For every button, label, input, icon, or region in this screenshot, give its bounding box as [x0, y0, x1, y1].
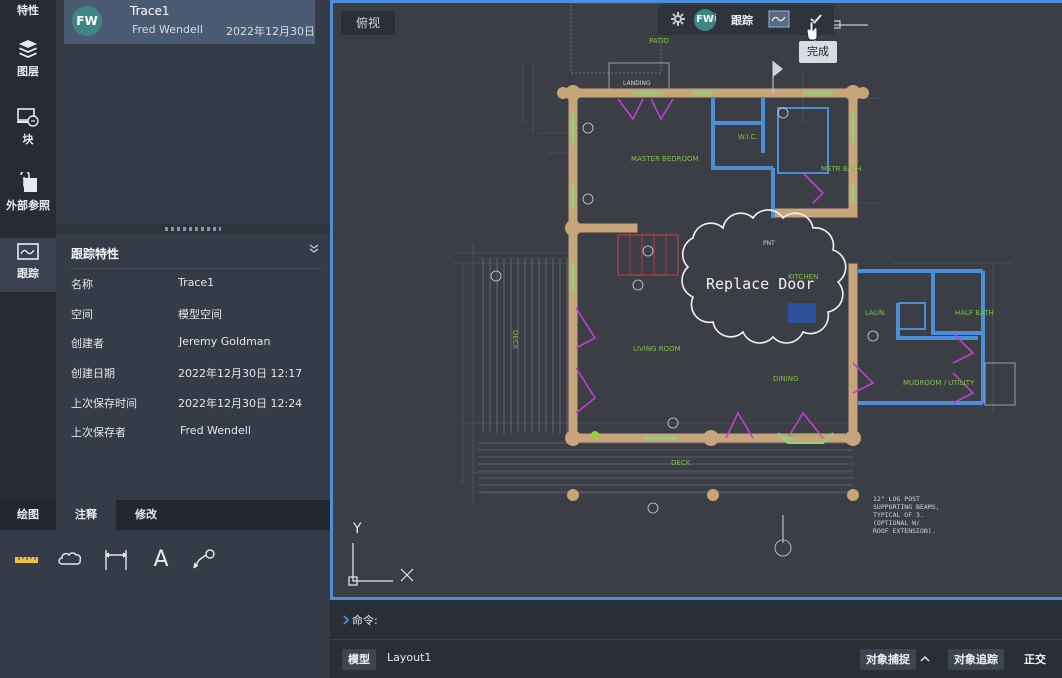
- trace-date: 2022年12月30日: [226, 25, 315, 38]
- rail-item-properties[interactable]: 特性: [0, 0, 56, 28]
- trace-thumbnail-icon[interactable]: [768, 10, 790, 30]
- note-line-3: TYPICAL OF 3.: [873, 511, 924, 519]
- trace-toolbar-label: 跟踪: [731, 14, 753, 27]
- note-line-1: 12" LOG POST: [873, 495, 920, 503]
- gear-icon[interactable]: [670, 11, 686, 27]
- panel-splitter[interactable]: [56, 224, 330, 234]
- markup-text-replace-door[interactable]: Replace Door: [706, 275, 814, 293]
- rail-item-layers-label: 图层: [17, 65, 39, 78]
- rail-item-block-label: 块: [22, 133, 34, 146]
- prop-value: 2022年12月30日 12:24: [178, 397, 303, 410]
- toolbar-user-avatar: FW i: [694, 9, 722, 31]
- prop-key: 创建者: [71, 337, 104, 350]
- rail-item-properties-label: 特性: [17, 4, 39, 17]
- prop-row-creator: 创建者 Jeremy Goldman: [71, 335, 321, 355]
- prop-value: 2022年12月30日 12:17: [178, 367, 303, 380]
- left-icon-rail: 特性 图层 块 外部参照 跟踪: [0, 0, 56, 500]
- label-deck-side: DECK: [511, 330, 519, 350]
- trace-properties-title: 跟踪特性: [71, 247, 120, 261]
- annotate-tools: A: [0, 530, 330, 678]
- ortho-button[interactable]: 正交: [1018, 649, 1052, 670]
- trace-author: Fred Wendell: [132, 23, 203, 36]
- command-prompt: 命令:: [352, 614, 378, 627]
- tooltip-done: 完成: [799, 41, 837, 63]
- rail-item-xref-label: 外部参照: [6, 199, 50, 212]
- rail-item-trace[interactable]: 跟踪: [0, 238, 56, 292]
- prop-key: 名称: [71, 278, 93, 291]
- trace-list-item[interactable]: FW Trace1 Fred Wendell 2022年12月30日: [64, 0, 315, 44]
- title-divider: [71, 268, 321, 269]
- label-patio: PATIO: [649, 37, 669, 45]
- label-living-room: LIVING ROOM: [633, 345, 681, 353]
- trace-icon: [17, 243, 39, 260]
- tab-draw[interactable]: 绘图: [0, 500, 56, 530]
- label-pantry: PNT: [763, 240, 775, 247]
- leader-icon[interactable]: [190, 546, 218, 574]
- layers-icon: [19, 40, 37, 58]
- command-line[interactable]: 命令:: [330, 600, 1062, 640]
- label-wic: W.I.C.: [738, 133, 758, 141]
- rail-item-block[interactable]: 块: [0, 106, 56, 156]
- ruler-icon[interactable]: [13, 546, 41, 574]
- prop-value: Jeremy Goldman: [179, 335, 271, 348]
- rail-item-xref[interactable]: 外部参照: [0, 172, 56, 222]
- label-bay-window: BAY WINDOW: [789, 433, 823, 439]
- ucs-axis-y-label: Y: [352, 521, 362, 537]
- label-master-bath: MSTR BATH: [821, 165, 861, 173]
- object-track-button[interactable]: 对象追踪: [948, 649, 1004, 670]
- label-laundry: LAUN.: [865, 309, 886, 317]
- chevron-up-icon[interactable]: [920, 655, 930, 663]
- prop-value: 模型空间: [178, 308, 222, 321]
- xref-icon: [20, 172, 37, 192]
- chevron-collapse-icon[interactable]: [308, 242, 320, 254]
- dimension-icon[interactable]: [102, 546, 130, 574]
- label-deck-bottom: DECK: [671, 459, 691, 467]
- object-snap-button[interactable]: 对象捕捉: [860, 649, 916, 670]
- text-icon[interactable]: A: [147, 546, 175, 574]
- prop-row-created-date: 创建日期 2022年12月30日 12:17: [71, 365, 321, 385]
- prop-value: Trace1: [178, 276, 215, 289]
- label-landing: LANDING: [623, 80, 651, 87]
- prop-key: 上次保存时间: [71, 397, 137, 410]
- note-line-4: (OPTIONAL W/: [873, 519, 920, 527]
- trace-properties-panel: 跟踪特性 名称 Trace1 空间 模型空间 创建者 Jeremy Goldma…: [56, 234, 330, 500]
- label-mudroom: MUDROOM / UTILITY: [903, 379, 975, 387]
- prop-key: 上次保存者: [71, 426, 126, 439]
- prop-row-last-saved-by: 上次保存者 Fred Wendell: [71, 424, 321, 444]
- trace-list-panel: FW Trace1 Fred Wendell 2022年12月30日: [56, 0, 330, 228]
- prop-row-last-saved: 上次保存时间 2022年12月30日 12:24: [71, 395, 321, 415]
- trace-name: Trace1: [130, 4, 170, 18]
- status-bar: 模型 Layout1 对象捕捉 对象追踪 正交: [330, 640, 1062, 678]
- prop-value: Fred Wendell: [180, 424, 251, 437]
- block-icon: [17, 108, 39, 127]
- toolbar-avatar-initials: FW: [694, 9, 716, 31]
- view-label[interactable]: 俯视: [341, 11, 395, 35]
- prop-row-name: 名称 Trace1: [71, 276, 321, 296]
- floor-plan-drawing: PATIO LANDING MASTER BEDROOM W.I.C. MSTR…: [348, 3, 1016, 586]
- layout-tab[interactable]: Layout1: [387, 651, 431, 664]
- label-master-bedroom: MASTER BEDROOM: [631, 155, 699, 163]
- rail-item-trace-label: 跟踪: [17, 267, 39, 280]
- rail-item-layers[interactable]: 图层: [0, 38, 56, 88]
- toolbar-avatar-badge: i: [714, 13, 717, 24]
- drawing-canvas[interactable]: PATIO LANDING MASTER BEDROOM W.I.C. MSTR…: [330, 0, 1062, 600]
- app-window: 特性 图层 块 外部参照 跟踪 FW Trace1 Fred Wendell 2…: [0, 0, 1062, 678]
- ucs-icon: [348, 543, 414, 586]
- splitter-grip[interactable]: [165, 227, 221, 231]
- tab-annotate[interactable]: 注释: [56, 500, 116, 530]
- chevron-right-icon: [343, 615, 350, 625]
- prop-key: 空间: [71, 308, 93, 321]
- note-line-2: SUPPORTING BEAMS,: [873, 503, 940, 511]
- tool-tabs: 绘图 注释 修改: [0, 500, 330, 530]
- tab-modify[interactable]: 修改: [116, 500, 176, 530]
- label-dining: DINING: [773, 375, 798, 383]
- note-line-5: ROOF EXTENSION).: [873, 527, 936, 535]
- label-half-bath: HALF BATH: [955, 309, 994, 317]
- cloud-icon[interactable]: [57, 546, 85, 574]
- prop-key: 创建日期: [71, 367, 115, 380]
- model-tab[interactable]: 模型: [342, 649, 376, 670]
- user-avatar: FW: [72, 6, 102, 36]
- prop-row-space: 空间 模型空间: [71, 306, 321, 326]
- hand-cursor-icon: [806, 21, 818, 41]
